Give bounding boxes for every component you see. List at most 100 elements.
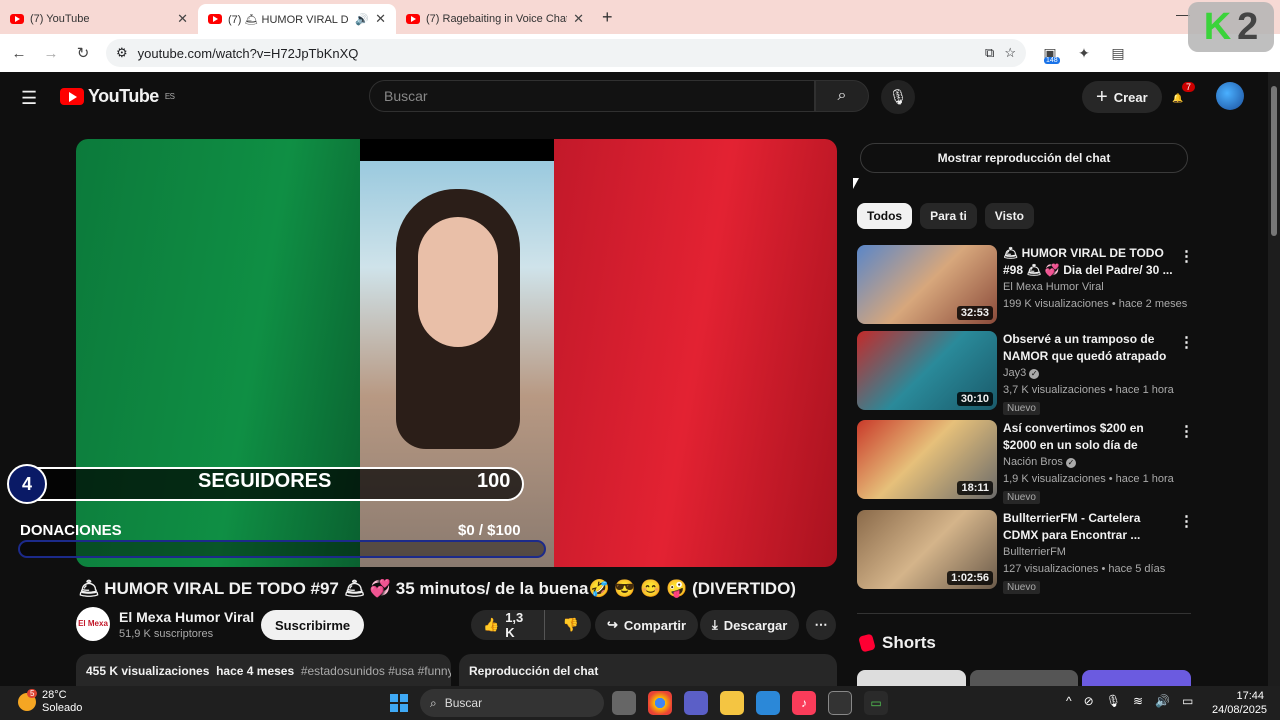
create-button[interactable]: + Crear [1082, 81, 1162, 113]
short-thumbnail[interactable] [857, 670, 966, 686]
scrollbar-thumb[interactable] [1271, 86, 1277, 236]
store-icon[interactable] [756, 691, 780, 715]
dislike-button[interactable]: 👎 [551, 617, 591, 633]
browser-tab-2[interactable]: (7) 🛎 HUMOR VIRAL DE TO 🔊 ✕ [198, 4, 396, 34]
windows-start-icon[interactable] [390, 694, 408, 712]
verified-check-icon: ✓ [1029, 369, 1040, 379]
taskbar-search-placeholder: Buscar [444, 696, 483, 710]
show-chat-replay-button[interactable]: Mostrar reproducción del chat [860, 143, 1188, 173]
extensions-puzzle-icon[interactable]: ✦ [1074, 45, 1094, 62]
close-icon[interactable]: ✕ [573, 11, 584, 27]
browser-tab-3[interactable]: (7) Ragebaiting in Voice Chat U ✕ [396, 4, 594, 34]
network-off-icon[interactable]: ⊘ [1084, 694, 1094, 708]
page-scrollbar[interactable] [1268, 72, 1280, 686]
weather-widget[interactable]: 5 28°C Soleado [18, 689, 82, 715]
channel-avatar[interactable]: El Mexa [76, 607, 110, 641]
recommendation-title[interactable]: BullterrierFM - Cartelera CDMX para Enco… [1003, 510, 1175, 544]
browser-tab-bar: (7) YouTube ✕ (7) 🛎 HUMOR VIRAL DE TO 🔊 … [0, 0, 1280, 34]
chrome-icon[interactable] [648, 691, 672, 715]
voice-search-button[interactable]: 🎙 [881, 80, 915, 114]
volume-icon[interactable]: 🔊 [1155, 694, 1170, 708]
more-vert-icon[interactable]: ⋮ [1179, 247, 1194, 265]
forward-icon[interactable]: → [42, 45, 60, 62]
site-info-icon[interactable]: ⚙ [116, 45, 128, 61]
video-player[interactable] [76, 139, 837, 567]
app-icon[interactable] [828, 691, 852, 715]
recommendation-thumbnail[interactable]: 18:11 [857, 420, 997, 499]
bookmark-star-icon[interactable]: ☆ [1004, 45, 1016, 61]
clock-date: 24/08/2025 [1212, 704, 1268, 716]
chip-visto[interactable]: Visto [984, 203, 1034, 229]
battery-icon[interactable]: ▭ [1182, 694, 1193, 708]
view-count: 455 K visualizaciones [86, 664, 210, 678]
recommendation-item[interactable]: 18:11 Así convertimos $200 en $2000 en u… [857, 420, 1194, 504]
hashtags[interactable]: #estadosunidos #usa #funny [301, 664, 451, 678]
media-icon[interactable]: ▤ [1108, 45, 1128, 62]
like-button[interactable]: 👍 1,3 K [471, 610, 545, 640]
more-vert-icon[interactable]: ⋮ [1179, 333, 1194, 351]
wifi-icon[interactable]: ≋ [1133, 694, 1143, 708]
recommendation-item[interactable]: 30:10 Observé a un tramposo de NAMOR que… [857, 331, 1194, 415]
more-dots-icon: ⋯ [814, 617, 828, 632]
recommendation-channel[interactable]: BullterrierFM [1003, 546, 1066, 558]
download-icon: ⤓ [712, 617, 718, 632]
recommendation-title[interactable]: 🛎 HUMOR VIRAL DE TODO #98 🛎 💞 Dia del Pa… [1003, 245, 1175, 279]
recommendation-channel[interactable]: Jay3 ✓ [1003, 367, 1040, 379]
teams-icon[interactable] [684, 691, 708, 715]
chip-todos[interactable]: Todos [857, 203, 913, 229]
recommendation-title[interactable]: Observé a un tramposo de NAMOR que quedó… [1003, 331, 1175, 365]
short-thumbnail[interactable] [969, 670, 1079, 686]
chevron-up-icon[interactable]: ^ [1066, 694, 1072, 708]
channel-name[interactable]: El Mexa Humor Viral [119, 609, 254, 625]
recommendation-item[interactable]: 1:02:56 BullterrierFM - Cartelera CDMX p… [857, 510, 1194, 594]
task-view-icon[interactable] [612, 691, 636, 715]
subscribe-button[interactable]: Suscribirme [261, 610, 365, 640]
share-button[interactable]: ↪ Compartir [595, 610, 699, 640]
gpu-app-icon[interactable]: ▭ [864, 691, 888, 715]
recommendation-thumbnail[interactable]: 1:02:56 [857, 510, 997, 589]
microphone-icon: 🎙 [888, 89, 908, 106]
subscriber-count: 51,9 K suscriptores [119, 628, 214, 640]
system-clock[interactable]: 17:44 24/08/2025 [1212, 689, 1268, 717]
file-explorer-icon[interactable] [720, 691, 744, 715]
browser-tab-1[interactable]: (7) YouTube ✕ [0, 4, 198, 34]
like-count: 1,3 K [505, 610, 524, 640]
overlay-logo-number: 2 [1237, 5, 1259, 48]
weather-badge: 5 [27, 689, 38, 698]
more-vert-icon[interactable]: ⋮ [1179, 422, 1194, 440]
thumbs-down-icon: 👎 [562, 617, 579, 632]
recommendation-title[interactable]: Así convertimos $200 en $2000 en un solo… [1003, 420, 1175, 454]
recommendation-channel[interactable]: El Mexa Humor Viral [1003, 281, 1104, 293]
taskbar-search[interactable]: ⌕ Buscar [420, 689, 604, 717]
account-avatar[interactable] [1216, 82, 1244, 110]
menu-icon[interactable]: ☰ [21, 88, 37, 109]
notifications-button[interactable]: 🔔 7 [1172, 82, 1196, 106]
address-bar[interactable]: ⚙ youtube.com/watch?v=H72JpTbKnXQ ⧉ ☆ [106, 39, 1026, 67]
recommendation-item[interactable]: 32:53 🛎 HUMOR VIRAL DE TODO #98 🛎 💞 Dia … [857, 245, 1194, 325]
search-input[interactable]: Buscar [369, 80, 815, 112]
donations-value: $0 / $100 [458, 522, 521, 539]
search-button[interactable]: ⌕ [815, 80, 869, 112]
music-icon[interactable]: ♪ [792, 691, 816, 715]
close-icon[interactable]: ✕ [375, 11, 386, 27]
download-button[interactable]: ⤓ Descargar [700, 610, 800, 640]
chat-replay-label: Reproducción del chat [469, 664, 599, 678]
chip-para-ti[interactable]: Para ti [920, 203, 977, 229]
new-tab-icon[interactable]: + [602, 7, 613, 28]
close-icon[interactable]: ✕ [177, 11, 188, 27]
more-actions-button[interactable]: ⋯ [806, 610, 836, 640]
install-icon[interactable]: ⧉ [985, 45, 994, 61]
extension-badge: 148 [1044, 56, 1060, 64]
microphone-icon[interactable]: 🎙 [1106, 694, 1121, 708]
short-thumbnail[interactable] [1082, 670, 1192, 686]
recommendation-channel[interactable]: Nación Bros ✓ [1003, 456, 1076, 468]
more-vert-icon[interactable]: ⋮ [1179, 512, 1194, 530]
recommendation-thumbnail[interactable]: 32:53 [857, 245, 997, 324]
tab-title: (7) YouTube [30, 13, 90, 25]
back-icon[interactable]: ← [10, 45, 28, 62]
recommendation-thumbnail[interactable]: 30:10 [857, 331, 997, 410]
speaker-icon[interactable]: 🔊 [355, 13, 369, 26]
extension-icon[interactable]: ▣ 148 [1040, 45, 1060, 64]
youtube-logo[interactable]: YouTube ES [60, 86, 175, 107]
reload-icon[interactable]: ↻ [74, 44, 92, 62]
